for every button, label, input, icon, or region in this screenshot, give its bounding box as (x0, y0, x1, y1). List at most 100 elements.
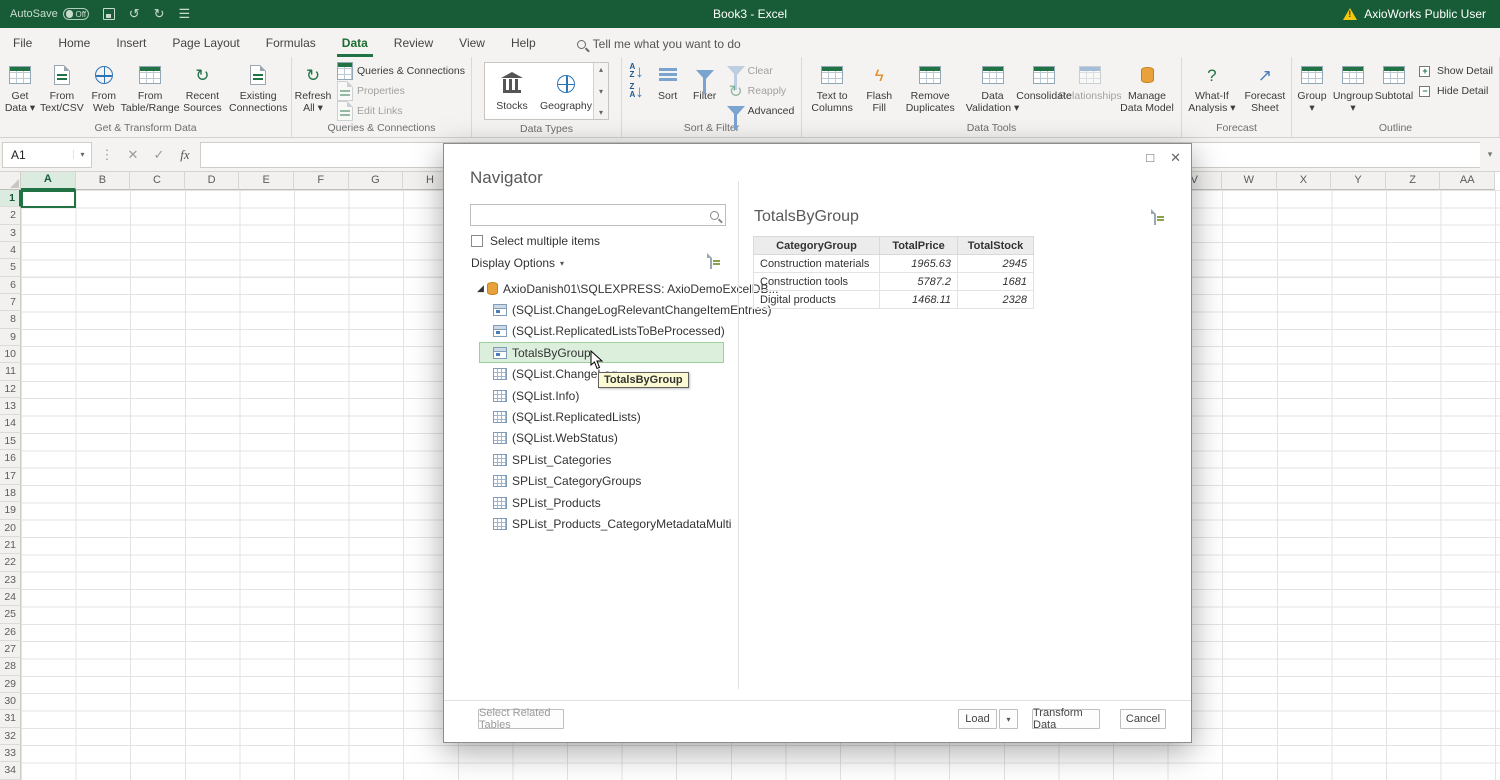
row-header-1[interactable]: 1 (0, 190, 21, 207)
row-header-4[interactable]: 4 (0, 242, 21, 259)
subtotal-button[interactable]: Subtotal (1376, 59, 1412, 121)
gallery-up-icon[interactable]: ▴ (599, 65, 603, 74)
edit-links-button[interactable]: Edit Links (333, 101, 469, 121)
column-header-y[interactable]: Y (1331, 172, 1386, 190)
row-header-10[interactable]: 10 (0, 346, 21, 363)
tree-item-splist-categories[interactable]: SPList_Categories (444, 449, 611, 470)
row-header-28[interactable]: 28 (0, 658, 21, 675)
remove-duplicates-button[interactable]: Remove Duplicates (898, 59, 962, 121)
navigator-search-icon[interactable] (710, 211, 719, 220)
undo-icon[interactable]: ↺ (129, 6, 140, 22)
row-header-24[interactable]: 24 (0, 589, 21, 606)
formula-bar-expand-icon[interactable]: ▾ (1480, 149, 1500, 160)
tab-file[interactable]: File (0, 30, 45, 57)
properties-button[interactable]: Properties (333, 81, 469, 101)
row-header-22[interactable]: 22 (0, 554, 21, 571)
tab-help[interactable]: Help (498, 30, 549, 57)
row-header-25[interactable]: 25 (0, 606, 21, 623)
icon-button[interactable]: ZA↓ (625, 81, 649, 101)
select-multiple-checkbox[interactable] (471, 235, 483, 247)
display-options-dropdown[interactable]: Display Options ▾ (471, 256, 564, 270)
row-header-13[interactable]: 13 (0, 398, 21, 415)
row-header-33[interactable]: 33 (0, 745, 21, 762)
tab-home[interactable]: Home (45, 30, 103, 57)
row-header-31[interactable]: 31 (0, 710, 21, 727)
row-header-34[interactable]: 34 (0, 762, 21, 779)
sort-button[interactable]: Sort (650, 59, 686, 121)
row-header-12[interactable]: 12 (0, 381, 21, 398)
tree-item-sqlist-changelog[interactable]: (SQList.ChangeLog (444, 364, 617, 385)
column-header-a[interactable]: A (21, 172, 76, 190)
row-header-19[interactable]: 19 (0, 502, 21, 519)
forecast-sheet-button[interactable]: ↗Forecast Sheet (1241, 59, 1289, 121)
dialog-close-icon[interactable]: ✕ (1170, 150, 1181, 166)
group-button[interactable]: Group ▾ (1294, 59, 1330, 121)
column-header-w[interactable]: W (1222, 172, 1277, 190)
formula-menu-icon[interactable]: ⋮ (94, 147, 120, 163)
tree-item-splist-categorygroups[interactable]: SPList_CategoryGroups (444, 471, 641, 492)
row-header-18[interactable]: 18 (0, 485, 21, 502)
row-header-32[interactable]: 32 (0, 728, 21, 745)
column-header-g[interactable]: G (349, 172, 404, 190)
tree-item-sqlist-replicatedliststobeprocessed[interactable]: (SQList.ReplicatedListsToBeProcessed) (444, 321, 725, 342)
queries-connections-button[interactable]: Queries & Connections (333, 61, 469, 81)
data-validation-button[interactable]: Data Validation ▾ (963, 59, 1022, 121)
tell-me-search[interactable]: Tell me what you want to do (577, 37, 741, 57)
row-header-8[interactable]: 8 (0, 311, 21, 328)
column-header-x[interactable]: X (1277, 172, 1332, 190)
hide-detail-button[interactable]: −Hide Detail (1413, 81, 1497, 101)
dialog-maximize-icon[interactable]: □ (1146, 150, 1154, 166)
load-button[interactable]: Load (958, 709, 997, 729)
account-user-name[interactable]: AxioWorks Public User (1364, 7, 1486, 21)
tree-item-sqlist-changelogrelevantchangeitementries[interactable]: (SQList.ChangeLogRelevantChangeItemEntri… (444, 299, 771, 320)
row-header-21[interactable]: 21 (0, 537, 21, 554)
row-header-26[interactable]: 26 (0, 624, 21, 641)
customize-qat-icon[interactable]: ☰ (179, 6, 191, 22)
gallery-item-stocks[interactable]: Stocks (485, 63, 539, 119)
show-detail-button[interactable]: +Show Detail (1413, 61, 1497, 81)
tab-page-layout[interactable]: Page Layout (159, 30, 252, 57)
data-source-settings-icon[interactable] (710, 254, 712, 268)
row-header-2[interactable]: 2 (0, 207, 21, 224)
autosave-switch-icon[interactable]: Off (63, 8, 89, 20)
name-box[interactable]: A1 ▾ (2, 142, 92, 168)
row-header-3[interactable]: 3 (0, 225, 21, 242)
row-header-23[interactable]: 23 (0, 572, 21, 589)
column-header-c[interactable]: C (130, 172, 185, 190)
from-web-button[interactable]: From Web (86, 59, 122, 121)
what-if-analysis-button[interactable]: ?What-If Analysis ▾ (1184, 59, 1240, 121)
tree-item-splist-products[interactable]: SPList_Products (444, 492, 601, 513)
from-text-csv-button[interactable]: From Text/CSV (39, 59, 85, 121)
ungroup-button[interactable]: Ungroup ▾ (1331, 59, 1375, 121)
existing-connections-button[interactable]: Existing Connections (227, 59, 289, 121)
row-header-15[interactable]: 15 (0, 433, 21, 450)
row-header-7[interactable]: 7 (0, 294, 21, 311)
select-related-tables-button[interactable]: Select Related Tables (478, 709, 564, 729)
tree-root-database[interactable]: ◢AxioDanish01\SQLEXPRESS: AxioDemoExcelD… (444, 278, 778, 299)
column-header-f[interactable]: F (294, 172, 349, 190)
from-table-range-button[interactable]: From Table/Range (123, 59, 178, 121)
row-header-5[interactable]: 5 (0, 259, 21, 276)
redo-icon[interactable]: ↻ (154, 6, 165, 22)
load-split-caret-icon[interactable]: ▾ (999, 709, 1018, 729)
column-header-z[interactable]: Z (1386, 172, 1441, 190)
advanced-button[interactable]: Advanced (724, 101, 799, 121)
tab-review[interactable]: Review (381, 30, 446, 57)
icon-button[interactable]: AZ↓ (625, 61, 649, 81)
transform-data-button[interactable]: Transform Data (1032, 709, 1100, 729)
row-header-16[interactable]: 16 (0, 450, 21, 467)
tab-data[interactable]: Data (329, 30, 381, 57)
get-data-button[interactable]: Get Data ▾ (2, 59, 38, 121)
text-to-columns-button[interactable]: Text to Columns (804, 59, 860, 121)
row-header-14[interactable]: 14 (0, 415, 21, 432)
save-icon[interactable] (103, 8, 115, 20)
column-header-e[interactable]: E (239, 172, 294, 190)
tree-item-sqlist-webstatus[interactable]: (SQList.WebStatus) (444, 428, 618, 449)
account-warning-icon[interactable] (1343, 8, 1357, 20)
confirm-entry-icon[interactable]: ✓ (146, 147, 172, 163)
row-header-30[interactable]: 30 (0, 693, 21, 710)
selected-cell-a1[interactable] (21, 190, 76, 208)
cancel-button[interactable]: Cancel (1120, 709, 1166, 729)
navigator-search-box[interactable] (470, 204, 726, 226)
gallery-more-icon[interactable]: ▾ (599, 108, 603, 117)
